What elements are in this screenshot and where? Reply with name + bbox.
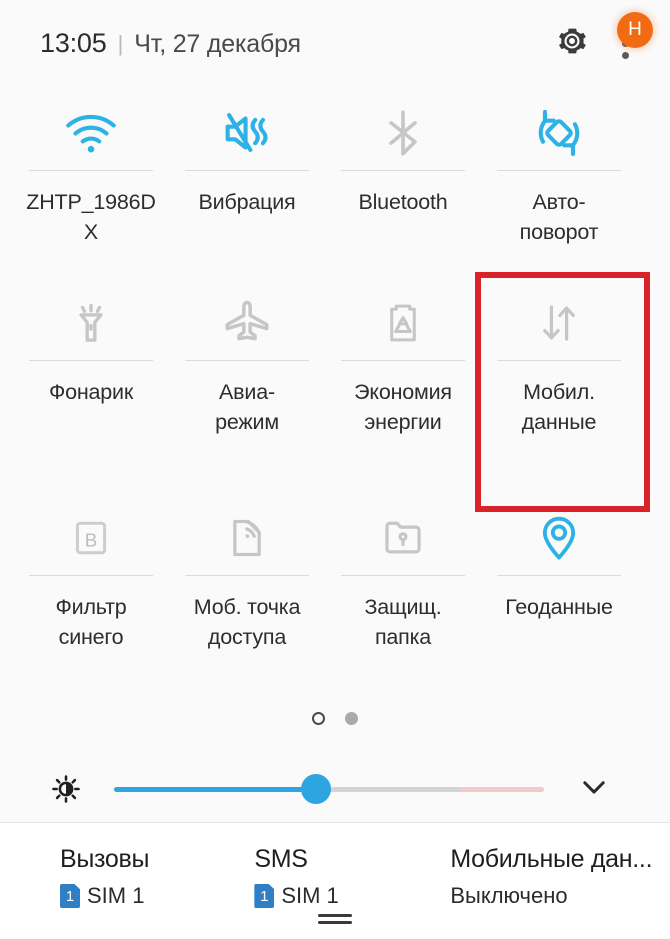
tile-divider: [185, 575, 309, 576]
tile-mobile-hotspot[interactable]: Моб. точка доступа: [174, 491, 320, 706]
tile-divider: [29, 360, 153, 361]
tile-divider: [341, 575, 465, 576]
header-actions: H: [546, 12, 653, 70]
tile-location[interactable]: Геоданные: [486, 491, 632, 706]
tile-divider: [497, 170, 621, 171]
tile-row: Фонарик Авиа- режим Экономия энергии Моб…: [0, 276, 670, 491]
tile-label: Bluetooth: [358, 190, 448, 214]
status-column-sms[interactable]: SMS 1 SIM 1: [254, 845, 450, 909]
svg-text:B: B: [85, 530, 98, 551]
tile-divider: [29, 170, 153, 171]
status-title: Вызовы: [60, 845, 150, 873]
tile-flashlight[interactable]: Фонарик: [18, 276, 164, 491]
status-title: Мобильные дан...: [450, 845, 653, 873]
sim-badge-icon: 1: [254, 884, 275, 908]
status-value: SIM 1: [87, 883, 145, 908]
tile-mobile-data[interactable]: Мобил. данные: [486, 276, 632, 491]
brightness-slider[interactable]: [114, 774, 544, 804]
page-indicator[interactable]: [0, 712, 670, 725]
expand-panel-button[interactable]: [572, 767, 616, 811]
slider-knob[interactable]: [301, 774, 332, 804]
bluetooth-icon: [376, 96, 430, 170]
tile-row: ZHTP_1986D X Вибрация Bluetooth Авто- по…: [0, 86, 670, 276]
tile-vibration[interactable]: Вибрация: [174, 86, 320, 276]
page-dot-2[interactable]: [345, 712, 358, 725]
vibrate-icon: [218, 96, 276, 170]
tile-label: Фонарик: [48, 380, 134, 404]
tile-power-saving[interactable]: Экономия энергии: [330, 276, 476, 491]
tile-row: B Фильтр синего Моб. точка доступа Защищ…: [0, 491, 670, 706]
tile-label: Мобил. данные: [521, 380, 597, 434]
sim-badge-icon: 1: [60, 884, 80, 908]
status-column-mobile-data[interactable]: Мобильные дан... Выключено: [450, 845, 670, 909]
clock-date-group: 13:05 | Чт, 27 декабря: [40, 28, 301, 59]
tile-divider: [29, 575, 153, 576]
tile-divider: [497, 360, 621, 361]
tile-airplane-mode[interactable]: Авиа- режим: [174, 276, 320, 491]
overflow-menu-button[interactable]: H: [598, 12, 653, 70]
mobile-data-icon: [533, 286, 585, 360]
chevron-down-icon: [577, 770, 611, 809]
status-column-calls[interactable]: Вызовы 1 SIM 1: [60, 845, 254, 909]
tile-label: Моб. точка доступа: [193, 595, 301, 649]
status-value: Выключено: [450, 883, 568, 908]
tile-label: Вибрация: [198, 190, 296, 214]
home-indicator[interactable]: [318, 914, 352, 928]
airplane-icon: [219, 286, 275, 360]
tile-divider: [185, 170, 309, 171]
tile-secure-folder[interactable]: Защищ. папка: [330, 491, 476, 706]
settings-button[interactable]: [546, 17, 598, 69]
tile-divider: [341, 360, 465, 361]
tile-label: Авто- поворот: [519, 190, 599, 244]
status-value-row: 1 SIM 1: [254, 883, 450, 909]
slider-fill: [114, 786, 317, 792]
flashlight-icon: [64, 286, 118, 360]
quick-toggle-grid: ZHTP_1986D X Вибрация Bluetooth Авто- по…: [0, 86, 670, 706]
sim-status-columns: Вызовы 1 SIM 1 SMS 1 SIM 1 Мобильные дан…: [0, 823, 670, 909]
avatar[interactable]: H: [617, 12, 653, 48]
sim-status-bar: Вызовы 1 SIM 1 SMS 1 SIM 1 Мобильные дан…: [0, 823, 670, 939]
tile-label: Защищ. папка: [364, 595, 442, 649]
location-pin-icon: [532, 501, 586, 575]
tile-label: Авиа- режим: [215, 380, 279, 434]
tile-label: ZHTP_1986D X: [26, 190, 156, 244]
tile-label: Фильтр синего: [55, 595, 127, 649]
hotspot-icon: [221, 501, 273, 575]
tile-label: Геоданные: [505, 595, 613, 619]
tile-divider: [341, 170, 465, 171]
brightness-row: [0, 758, 670, 820]
wifi-icon: [62, 96, 120, 170]
tile-auto-rotate[interactable]: Авто- поворот: [486, 86, 632, 276]
quick-settings-panel: 13:05 | Чт, 27 декабря H ZHTP_1986D X Ви…: [0, 0, 670, 939]
tile-wifi[interactable]: ZHTP_1986D X: [18, 86, 164, 276]
tile-label: Экономия энергии: [354, 380, 452, 434]
auto-rotate-icon: [530, 96, 588, 170]
blue-light-filter-icon: B: [67, 501, 115, 575]
page-dot-1[interactable]: [312, 712, 325, 725]
status-title: SMS: [254, 845, 308, 873]
clock-separator: |: [117, 30, 124, 56]
gear-icon: [555, 24, 589, 63]
tile-divider: [497, 575, 621, 576]
status-header: 13:05 | Чт, 27 декабря H: [0, 0, 670, 86]
secure-folder-icon: [377, 501, 429, 575]
power-saving-icon: [377, 286, 429, 360]
tile-divider: [185, 360, 309, 361]
tile-blue-light-filter[interactable]: B Фильтр синего: [18, 491, 164, 706]
status-value-row: 1 SIM 1: [60, 883, 254, 909]
tile-bluetooth[interactable]: Bluetooth: [330, 86, 476, 276]
brightness-icon: [48, 771, 84, 807]
status-value: SIM 1: [281, 883, 339, 908]
current-date: Чт, 27 декабря: [134, 29, 301, 58]
status-value-row: Выключено: [450, 883, 670, 909]
clock-time: 13:05: [40, 27, 107, 58]
slider-track-tail: [460, 786, 544, 792]
